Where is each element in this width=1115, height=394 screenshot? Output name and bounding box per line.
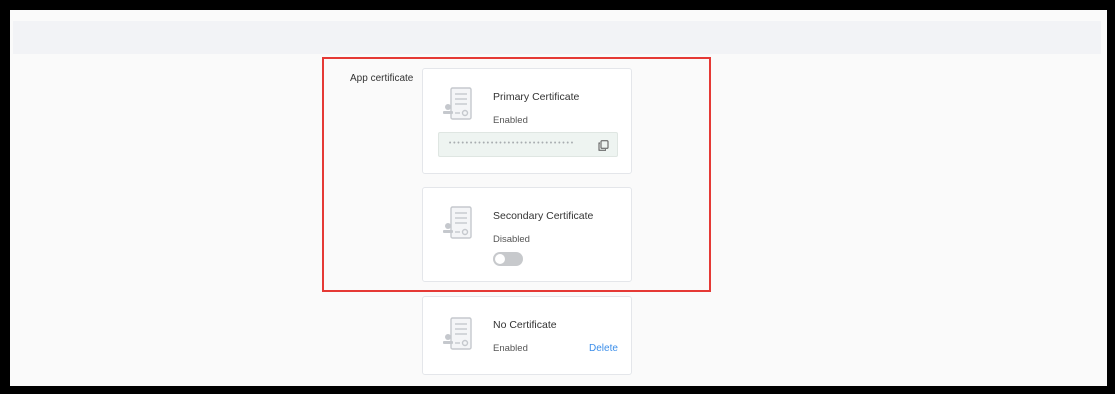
delete-certificate-link[interactable]: Delete bbox=[589, 343, 618, 354]
toggle-knob bbox=[495, 254, 505, 264]
secondary-certificate-toggle[interactable] bbox=[493, 252, 523, 266]
page-frame: App certificate Primary Certificate Enab… bbox=[10, 10, 1107, 386]
certificate-secret-value: •••••••••••••••••••••••••••••• bbox=[448, 140, 575, 148]
certificate-secret-field[interactable]: •••••••••••••••••••••••••••••• bbox=[438, 132, 618, 157]
certificate-title: Secondary Certificate bbox=[493, 210, 594, 222]
certificate-document-icon bbox=[443, 317, 472, 350]
certificate-document-icon bbox=[443, 87, 472, 120]
certificate-status: Enabled bbox=[493, 115, 528, 126]
copy-icon[interactable] bbox=[598, 140, 609, 151]
certificate-title: No Certificate bbox=[493, 319, 557, 331]
top-bar bbox=[13, 21, 1101, 54]
certificate-status: Enabled bbox=[493, 343, 528, 354]
certificate-status: Disabled bbox=[493, 234, 530, 245]
section-label-app-certificate: App certificate bbox=[350, 73, 414, 84]
certificate-title: Primary Certificate bbox=[493, 91, 580, 103]
primary-certificate-card: Primary Certificate Enabled ••••••••••••… bbox=[422, 68, 632, 174]
secondary-certificate-card: Secondary Certificate Disabled bbox=[422, 187, 632, 282]
certificate-document-icon bbox=[443, 206, 472, 239]
no-certificate-card: No Certificate Enabled Delete bbox=[422, 296, 632, 375]
